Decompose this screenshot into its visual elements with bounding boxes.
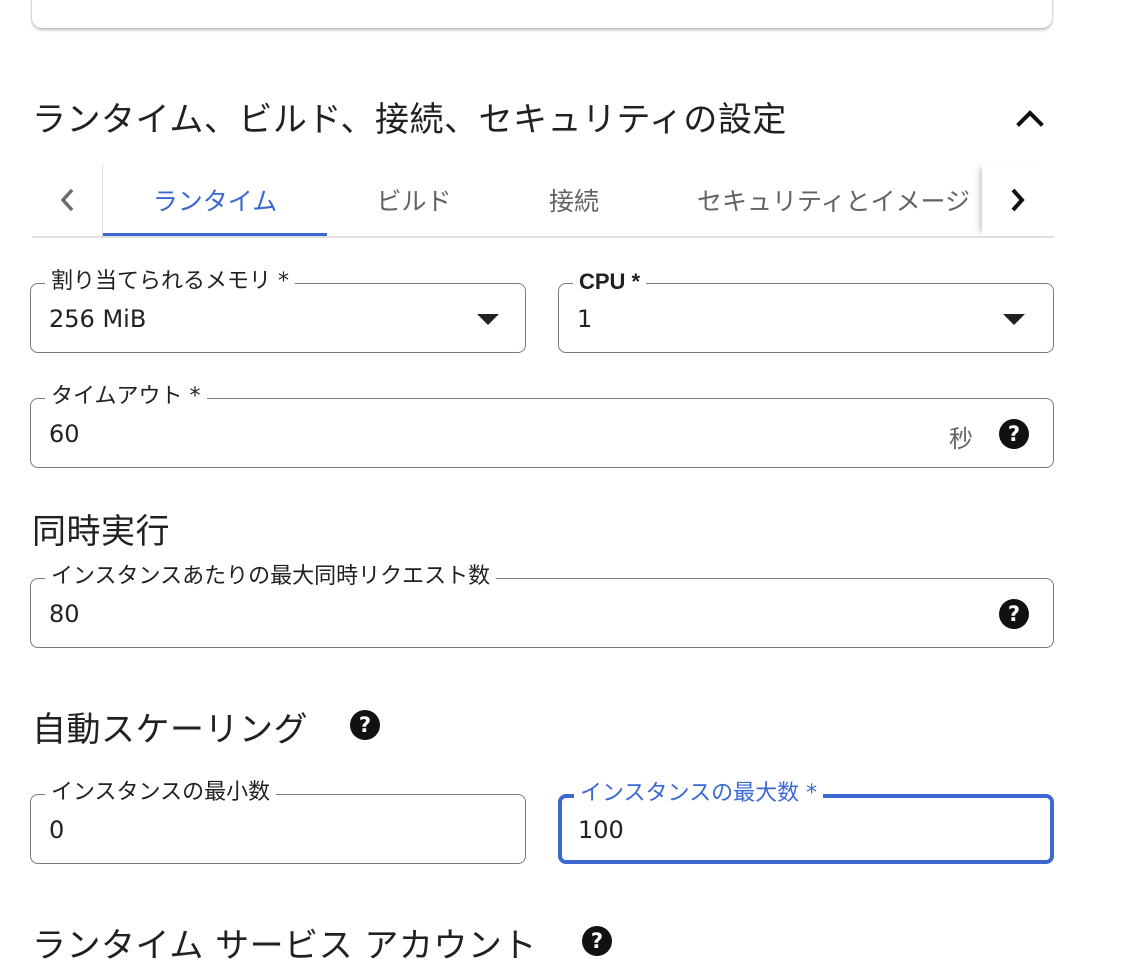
autoscaling-heading: 自動スケーリング (32, 710, 308, 750)
max-instances-label: インスタンスの最大数 * (574, 780, 824, 808)
memory-select[interactable]: 割り当てられるメモリ * 256 MiB (30, 268, 526, 353)
chevron-left-icon (60, 188, 74, 212)
timeout-value: 60 (49, 420, 80, 448)
settings-tabs: ランタイム ビルド 接続 セキュリティとイメージ (32, 164, 1054, 238)
concurrency-label: インスタンスあたりの最大同時リクエスト数 (45, 563, 497, 591)
min-instances-label: インスタンスの最小数 (45, 779, 277, 807)
concurrency-help-icon[interactable]: ? (999, 599, 1029, 629)
concurrency-value: 80 (49, 600, 80, 628)
chevron-right-icon (1011, 188, 1025, 212)
timeout-label: タイムアウト * (45, 383, 207, 411)
tab-strip: ランタイム ビルド 接続 セキュリティとイメージ (102, 164, 980, 236)
previous-card (32, 0, 1052, 28)
timeout-help-icon[interactable]: ? (999, 419, 1029, 449)
tab-scroll-right-button[interactable] (982, 164, 1054, 236)
settings-page: ランタイム、ビルド、接続、セキュリティの設定 ランタイム ビルド 接続 セキュリ… (0, 0, 1138, 968)
timeout-unit: 秒 (949, 425, 973, 453)
memory-label: 割り当てられるメモリ * (45, 268, 295, 296)
max-instances-value: 100 (578, 816, 624, 844)
service-account-help-icon[interactable]: ? (582, 926, 612, 956)
cpu-select[interactable]: CPU * 1 (558, 268, 1054, 353)
tab-build[interactable]: ビルド (339, 164, 489, 236)
tab-runtime[interactable]: ランタイム (103, 164, 327, 236)
collapse-button[interactable] (1008, 96, 1052, 140)
memory-value: 256 MiB (49, 305, 147, 333)
concurrency-field[interactable]: インスタンスあたりの最大同時リクエスト数 80 ? (30, 563, 1054, 648)
tab-security[interactable]: セキュリティとイメージ (673, 164, 980, 236)
concurrency-heading: 同時実行 (32, 512, 170, 552)
service-account-heading: ランタイム サービス アカウント (32, 926, 537, 966)
timeout-field[interactable]: タイムアウト * 60 秒 ? (30, 383, 1054, 468)
dropdown-arrow-icon (1003, 314, 1025, 325)
tab-connections[interactable]: 接続 (499, 164, 649, 236)
autoscaling-help-icon[interactable]: ? (350, 710, 380, 740)
cpu-value: 1 (577, 305, 593, 333)
section-title: ランタイム、ビルド、接続、セキュリティの設定 (32, 100, 787, 140)
cpu-label: CPU * (573, 268, 647, 296)
min-instances-value: 0 (49, 816, 65, 844)
chevron-up-icon (1016, 110, 1044, 127)
tab-scroll-left-button[interactable] (32, 164, 102, 236)
max-instances-field[interactable]: インスタンスの最大数 * 100 (558, 780, 1054, 864)
min-instances-field[interactable]: インスタンスの最小数 0 (30, 779, 526, 864)
dropdown-arrow-icon (477, 314, 499, 325)
